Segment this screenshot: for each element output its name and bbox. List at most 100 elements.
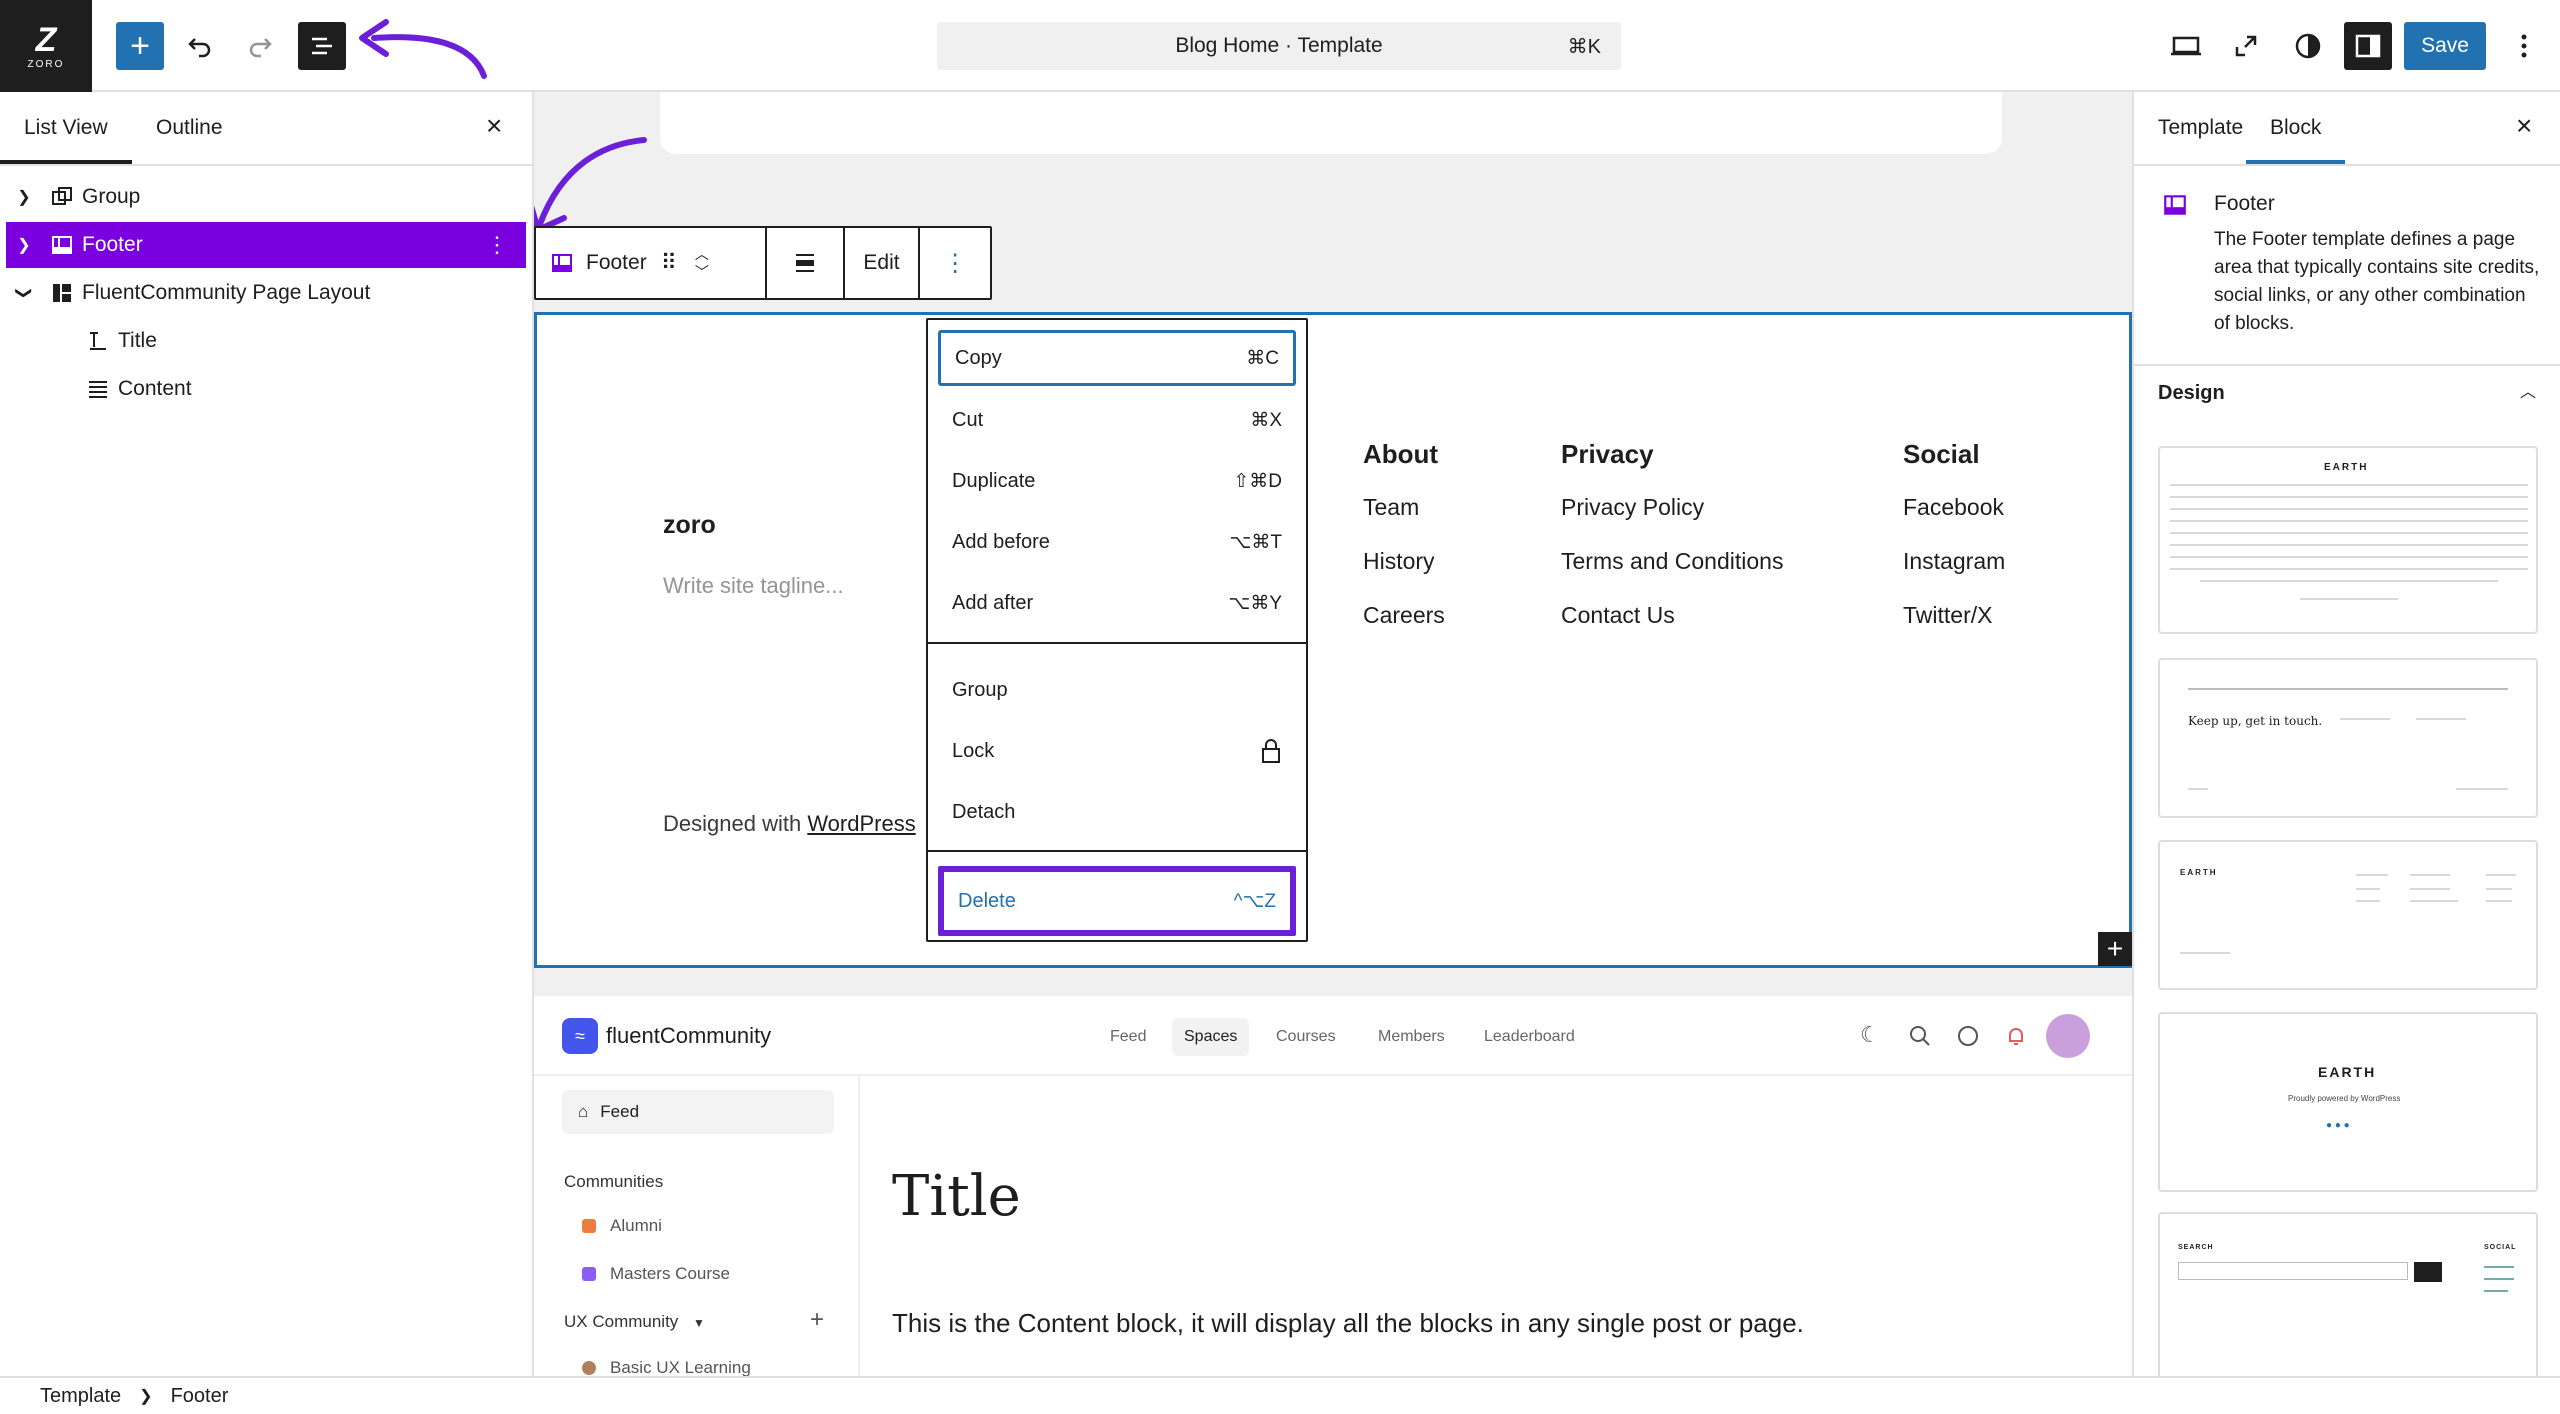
command-shortcut: ⌘K — [1567, 35, 1601, 58]
menu-item-group[interactable]: Group — [938, 662, 1296, 718]
fc-sidebar-feed[interactable]: ⌂ Feed — [562, 1090, 834, 1134]
post-title[interactable]: Title — [892, 1164, 1021, 1229]
footer-link[interactable]: Instagram — [1903, 548, 2005, 575]
fc-nav-members[interactable]: Members — [1366, 1018, 1457, 1056]
tab-template[interactable]: Template — [2158, 116, 2243, 140]
chevron-down-icon[interactable]: ﹀ — [695, 263, 709, 281]
chevron-down-icon[interactable]: ❯ — [14, 275, 34, 311]
top-toolbar: Z ZORO + Blog Home · Template ⌘K Save — [0, 0, 2560, 92]
footer-link[interactable]: Facebook — [1903, 494, 2005, 521]
move-arrows[interactable]: ︿ ﹀ — [695, 245, 709, 281]
design-section-heading[interactable]: Design — [2158, 382, 2225, 405]
tree-item-group[interactable]: ❯ Group — [6, 174, 526, 220]
footer-link[interactable]: Privacy Policy — [1561, 494, 1783, 521]
tab-outline[interactable]: Outline — [156, 116, 223, 140]
undo-icon — [188, 38, 211, 58]
chevron-up-icon[interactable]: ︿ — [695, 245, 709, 263]
block-switcher[interactable]: Footer ⠿ ︿ ﹀ — [536, 228, 768, 298]
add-block-button[interactable]: + — [116, 22, 164, 70]
pattern-preview[interactable]: SEARCH SOCIAL — [2158, 1212, 2538, 1382]
footer-block[interactable]: zoro Write site tagline... Designed with… — [534, 312, 2132, 968]
menu-item-delete[interactable]: Delete ^⌥Z — [938, 866, 1296, 936]
drag-handle-icon[interactable]: ⠿ — [661, 250, 677, 276]
post-content[interactable]: This is the Content block, it will displ… — [892, 1308, 1804, 1339]
plus-icon[interactable]: + — [810, 1306, 824, 1334]
chevron-right-icon[interactable]: ❯ — [6, 235, 42, 255]
menu-shortcut: ^⌥Z — [1233, 890, 1276, 912]
preview-line — [2410, 900, 2458, 902]
template-part-icon — [2164, 195, 2186, 215]
menu-item-duplicate[interactable]: Duplicate ⇧⌘D — [938, 453, 1296, 509]
pattern-preview[interactable]: EARTH — [2158, 446, 2538, 634]
previous-block[interactable] — [660, 92, 2002, 154]
wordpress-link[interactable]: WordPress — [807, 811, 915, 836]
fc-ux-item[interactable]: Basic UX Learning — [582, 1358, 751, 1376]
open-in-new-tab-button[interactable] — [2222, 22, 2270, 70]
align-icon — [795, 254, 814, 272]
credits-text[interactable]: Designed with WordPress — [663, 811, 916, 837]
tab-block[interactable]: Block — [2245, 116, 2346, 164]
tree-item-footer[interactable]: ❯ Footer ⋮ — [6, 222, 526, 268]
fc-community-item[interactable]: Alumni — [582, 1216, 662, 1236]
command-palette-button[interactable]: Blog Home · Template ⌘K — [937, 22, 1621, 70]
fc-ux-community[interactable]: UX Community ▼ — [564, 1312, 705, 1332]
pattern-preview[interactable]: Keep up, get in touch. — [2158, 658, 2538, 818]
close-icon[interactable]: × — [486, 110, 502, 142]
footer-link[interactable]: Terms and Conditions — [1561, 548, 1783, 575]
save-button[interactable]: Save — [2404, 22, 2486, 70]
footer-link[interactable]: Careers — [1363, 602, 1445, 629]
tab-list-view[interactable]: List View — [0, 116, 132, 164]
site-title[interactable]: zoro — [663, 511, 716, 540]
footer-link[interactable]: Team — [1363, 494, 1445, 521]
edit-button[interactable]: Edit — [845, 228, 921, 298]
options-menu-button[interactable] — [2500, 22, 2548, 70]
bell-icon[interactable] — [2004, 1024, 2028, 1048]
breadcrumb-item[interactable]: Template — [40, 1385, 121, 1408]
editor-canvas[interactable]: Footer ⠿ ︿ ﹀ Edit ⋮ zoro Write site tagl… — [534, 92, 2132, 1376]
avatar[interactable] — [2046, 1014, 2090, 1058]
menu-item-detach[interactable]: Detach — [938, 784, 1296, 840]
fc-nav-feed[interactable]: Feed — [1098, 1018, 1158, 1056]
fluent-community-layout[interactable]: ≈ fluentCommunity Feed Spaces Courses Me… — [534, 996, 2132, 1376]
redo-button[interactable] — [236, 22, 284, 70]
footer-link[interactable]: History — [1363, 548, 1445, 575]
logo-mark: Z — [35, 20, 57, 59]
footer-link[interactable]: Twitter/X — [1903, 602, 2005, 629]
chevron-up-icon[interactable]: ︿ — [2520, 378, 2536, 402]
menu-item-copy[interactable]: Copy ⌘C — [938, 330, 1296, 386]
site-logo[interactable]: Z ZORO — [0, 0, 92, 92]
tree-item-page-layout[interactable]: ❯ FluentCommunity Page Layout — [6, 270, 526, 316]
close-icon[interactable]: × — [2516, 110, 2532, 142]
fc-community-item[interactable]: Masters Course — [582, 1264, 730, 1284]
moon-icon[interactable]: ☾ — [1860, 1022, 1880, 1048]
breadcrumb-item[interactable]: Footer — [171, 1385, 229, 1408]
menu-item-lock[interactable]: Lock — [938, 723, 1296, 779]
menu-item-add-after[interactable]: Add after ⌥⌘Y — [938, 575, 1296, 631]
fc-nav-leaderboard[interactable]: Leaderboard — [1472, 1018, 1587, 1056]
block-inserter-button[interactable]: + — [2098, 932, 2132, 966]
fc-nav-courses[interactable]: Courses — [1264, 1018, 1348, 1056]
search-icon[interactable] — [1908, 1024, 1932, 1048]
tree-item-title[interactable]: Title — [6, 318, 526, 364]
menu-item-add-before[interactable]: Add before ⌥⌘T — [938, 514, 1296, 570]
fc-logo[interactable]: ≈ fluentCommunity — [562, 1018, 771, 1054]
chat-icon[interactable] — [1956, 1024, 1980, 1048]
chevron-right-icon[interactable]: ❯ — [6, 187, 42, 207]
fc-nav-spaces[interactable]: Spaces — [1172, 1018, 1250, 1056]
undo-button[interactable] — [176, 22, 224, 70]
styles-button[interactable] — [2284, 22, 2332, 70]
more-options-button[interactable]: ⋮ — [920, 228, 990, 298]
more-vertical-icon[interactable]: ⋮ — [486, 232, 508, 258]
footer-link[interactable]: Contact Us — [1561, 602, 1783, 629]
pattern-preview[interactable]: EARTH Proudly powered by WordPress ● ● ● — [2158, 1012, 2538, 1192]
site-tagline[interactable]: Write site tagline... — [663, 573, 844, 599]
menu-item-cut[interactable]: Cut ⌘X — [938, 392, 1296, 448]
pattern-preview[interactable]: EARTH — [2158, 840, 2538, 990]
menu-label: Copy — [955, 346, 1002, 369]
align-button[interactable] — [767, 228, 845, 298]
preview-device-button[interactable] — [2162, 22, 2210, 70]
menu-label: Add before — [952, 530, 1050, 553]
document-overview-button[interactable] — [298, 22, 346, 70]
tree-item-content[interactable]: Content — [6, 366, 526, 412]
settings-toggle-button[interactable] — [2344, 22, 2392, 70]
